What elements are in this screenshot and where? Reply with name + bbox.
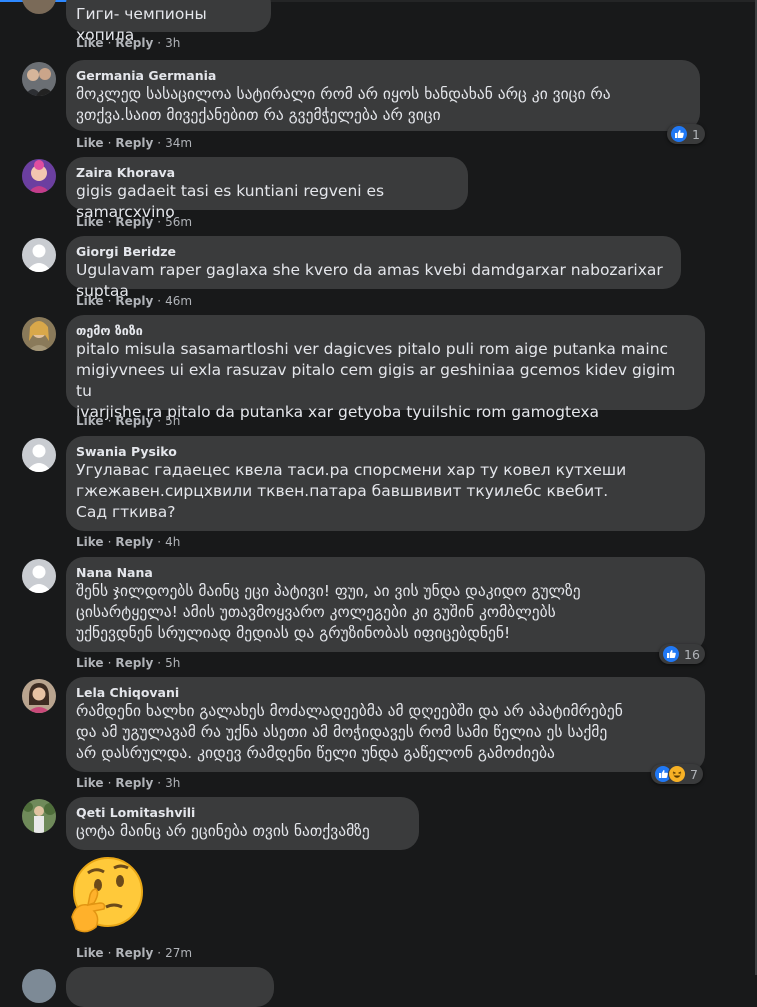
- comment-bubble: [66, 967, 274, 1007]
- comment-actions: Like · Reply · 46m: [76, 294, 193, 308]
- commenter-name[interactable]: Nana Nana: [76, 565, 693, 581]
- avatar-photo: [22, 62, 56, 96]
- reply-link[interactable]: Reply: [115, 656, 153, 670]
- comment-actions: Like · Reply · 5h: [76, 656, 181, 670]
- comment-bubble: Гиги- чемпионы хопила: [66, 0, 271, 44]
- reply-link[interactable]: Reply: [115, 294, 153, 308]
- reaction-count: 1: [692, 126, 700, 142]
- comment-time[interactable]: 5h: [165, 414, 180, 428]
- comment-bubble: თემო ზიზი pitalo misula sasamartloshi ve…: [66, 315, 705, 421]
- comment-actions: Like · Reply · 3h: [76, 36, 181, 50]
- like-link[interactable]: Like: [76, 36, 104, 50]
- comment-bubble: Zaira Khorava gigis gadaeit tasi es kunt…: [66, 157, 468, 221]
- reply-link[interactable]: Reply: [115, 776, 153, 790]
- comment-actions: Like · Reply · 56m: [76, 215, 193, 229]
- comment-text: მოკლედ სასაცილოა სატირალი რომ არ იყოს ხა…: [76, 85, 611, 124]
- avatar[interactable]: [22, 238, 56, 272]
- comment-text: რამდენი ხალხი გალახეს მოძალადეებმა ამ დღ…: [76, 702, 623, 762]
- commenter-name[interactable]: Giorgi Beridze: [76, 244, 669, 260]
- reply-link[interactable]: Reply: [115, 535, 153, 549]
- avatar[interactable]: [22, 62, 56, 96]
- comment-actions: Like · Reply · 5h: [76, 414, 181, 428]
- comment-text: Угулавас гадаецес квела таси.ра спорсмен…: [76, 461, 627, 521]
- commenter-name[interactable]: Germania Germania: [76, 68, 688, 84]
- comment-actions: Like · Reply · 3h: [76, 776, 181, 790]
- avatar-photo: [22, 679, 56, 713]
- commenter-name[interactable]: Qeti Lomitashvili: [76, 805, 407, 821]
- comment-time[interactable]: 4h: [165, 535, 180, 549]
- comment-bubble: Lela Chiqovani რამდენი ხალხი გალახეს მოძ…: [66, 677, 705, 772]
- like-link[interactable]: Like: [76, 136, 104, 150]
- commenter-name[interactable]: თემო ზიზი: [76, 323, 693, 339]
- comment-time[interactable]: 3h: [165, 776, 180, 790]
- comment-actions: Like · Reply · 27m: [76, 946, 193, 960]
- reply-link[interactable]: Reply: [115, 36, 153, 50]
- avatar[interactable]: [22, 159, 56, 193]
- comment-bubble: Germania Germania მოკლედ სასაცილოა სატირ…: [66, 60, 700, 131]
- commenter-name[interactable]: Swania Pysiko: [76, 444, 693, 460]
- default-avatar-icon: [22, 238, 56, 272]
- commenter-name[interactable]: Zaira Khorava: [76, 165, 456, 181]
- comment-time[interactable]: 27m: [165, 946, 192, 960]
- avatar[interactable]: [22, 0, 56, 14]
- comment-actions: Like · Reply · 34m: [76, 136, 193, 150]
- reaction-count: 16: [684, 646, 700, 662]
- comment-time[interactable]: 3h: [165, 36, 180, 50]
- like-link[interactable]: Like: [76, 535, 104, 549]
- like-icon: [670, 125, 688, 143]
- reply-link[interactable]: Reply: [115, 946, 153, 960]
- comment-time[interactable]: 34m: [165, 136, 192, 150]
- avatar[interactable]: [22, 679, 56, 713]
- comment-actions: Like · Reply · 4h: [76, 535, 181, 549]
- comment-bubble: Swania Pysiko Угулавас гадаецес квела та…: [66, 436, 705, 531]
- comment-bubble: Nana Nana შენს ჯილდოებს მაინც ეცი პატივი…: [66, 557, 705, 652]
- default-avatar-icon: [22, 438, 56, 472]
- avatar[interactable]: [22, 799, 56, 833]
- comment-text: შენს ჯილდოებს მაინც ეცი პატივი! ფუი, აი …: [76, 582, 581, 642]
- reply-link[interactable]: Reply: [115, 136, 153, 150]
- comment-text: ცოტა მაინც არ ეცინება თვის ნათქვამზე: [76, 822, 370, 840]
- reply-link[interactable]: Reply: [115, 215, 153, 229]
- avatar-photo: [22, 317, 56, 351]
- commenter-name[interactable]: Lela Chiqovani: [76, 685, 693, 701]
- like-link[interactable]: Like: [76, 294, 104, 308]
- comment-time[interactable]: 46m: [165, 294, 192, 308]
- avatar[interactable]: [22, 317, 56, 351]
- comment-bubble: Giorgi Beridze Ugulavam raper gaglaxa sh…: [66, 236, 681, 300]
- thinking-face-emoji: [66, 855, 146, 935]
- comment-bubble: Qeti Lomitashvili ცოტა მაინც არ ეცინება …: [66, 797, 419, 850]
- reaction-summary[interactable]: 16: [659, 644, 705, 664]
- haha-icon: [668, 765, 686, 783]
- like-link[interactable]: Like: [76, 656, 104, 670]
- reply-link[interactable]: Reply: [115, 414, 153, 428]
- like-icon: [662, 645, 680, 663]
- like-link[interactable]: Like: [76, 776, 104, 790]
- comment-text: pitalo misula sasamartloshi ver dagicves…: [76, 340, 676, 421]
- like-link[interactable]: Like: [76, 414, 104, 428]
- default-avatar-icon: [22, 559, 56, 593]
- reaction-summary[interactable]: 7: [651, 764, 703, 784]
- avatar-photo: [22, 159, 56, 193]
- like-link[interactable]: Like: [76, 215, 104, 229]
- comment-time[interactable]: 56m: [165, 215, 192, 229]
- avatar[interactable]: [22, 559, 56, 593]
- avatar[interactable]: [22, 969, 56, 1003]
- reaction-summary[interactable]: 1: [667, 124, 705, 144]
- comment-time[interactable]: 5h: [165, 656, 180, 670]
- like-link[interactable]: Like: [76, 946, 104, 960]
- avatar[interactable]: [22, 438, 56, 472]
- avatar-photo: [22, 799, 56, 833]
- reaction-count: 7: [690, 766, 698, 782]
